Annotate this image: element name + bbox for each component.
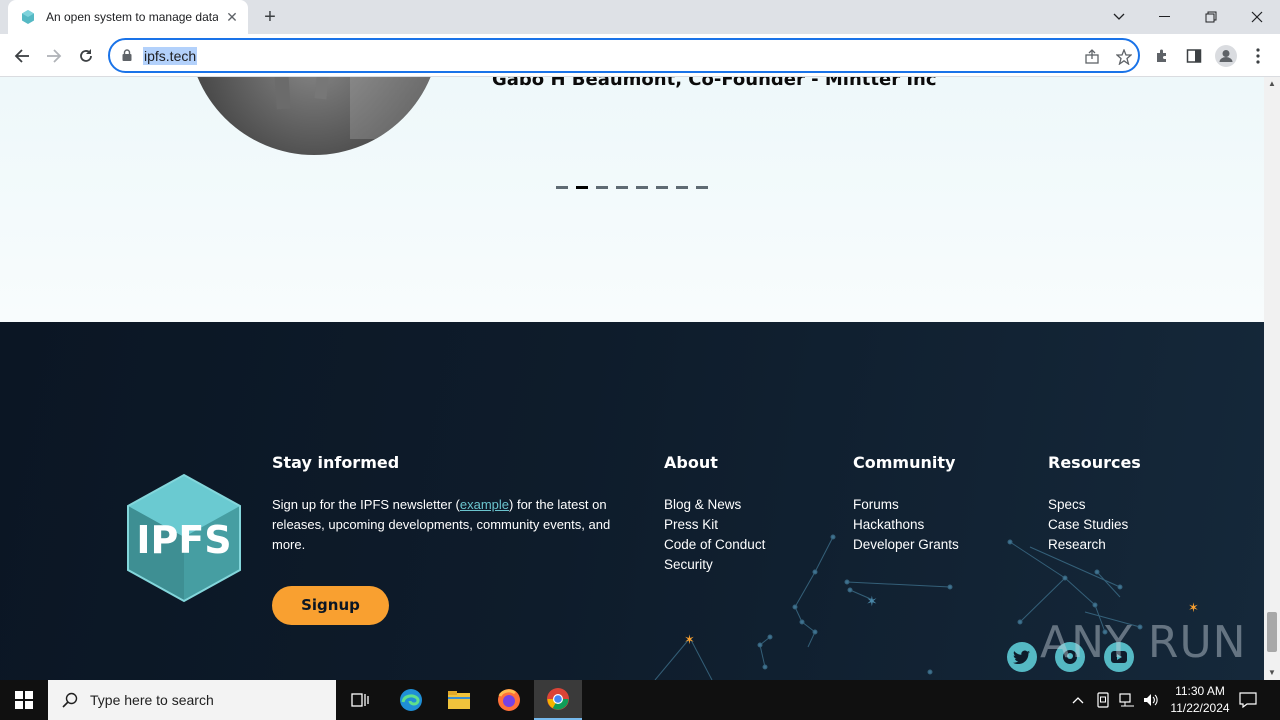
new-tab-button[interactable]: +	[258, 5, 282, 29]
twitter-icon[interactable]	[1007, 642, 1037, 672]
testimonial-author: Gabo H Beaumont, Co-Founder - Mintter In…	[492, 77, 937, 90]
chrome-icon[interactable]	[534, 680, 582, 720]
about-links: Blog & News Press Kit Code of Conduct Se…	[664, 495, 765, 575]
footer-link-security[interactable]: Security	[664, 555, 765, 575]
scroll-down-arrow-icon[interactable]: ▼	[1264, 666, 1280, 680]
footer-link-research[interactable]: Research	[1048, 535, 1128, 555]
tray-chevron-up-icon[interactable]	[1068, 680, 1088, 720]
network-icon[interactable]	[1116, 680, 1138, 720]
logo-text: IPFS	[136, 518, 231, 562]
firefox-icon[interactable]	[486, 680, 532, 720]
lock-icon[interactable]	[122, 49, 132, 61]
clock-time: 11:30 AM	[1175, 684, 1225, 698]
footer-link-blog[interactable]: Blog & News	[664, 495, 765, 515]
web-page: Gabo H Beaumont, Co-Founder - Mintter In…	[0, 77, 1264, 680]
footer-link-press-kit[interactable]: Press Kit	[664, 515, 765, 535]
carousel-dot[interactable]	[556, 186, 568, 189]
clock-date: 11/22/2024	[1170, 701, 1230, 715]
carousel-dot[interactable]	[636, 186, 648, 189]
windows-start-icon[interactable]	[0, 680, 48, 720]
menu-kebab-icon[interactable]	[1244, 42, 1272, 70]
browser-toolbar: ipfs.tech	[0, 34, 1280, 77]
footer-link-case-studies[interactable]: Case Studies	[1048, 515, 1128, 535]
footer-link-code-of-conduct[interactable]: Code of Conduct	[664, 535, 765, 555]
edge-browser-icon[interactable]	[388, 680, 434, 720]
carousel-dot[interactable]	[576, 186, 588, 189]
svg-text:✶: ✶	[866, 593, 878, 609]
footer-link-developer-grants[interactable]: Developer Grants	[853, 535, 959, 555]
stay-informed-heading: Stay informed	[272, 453, 400, 472]
forward-button[interactable]	[40, 42, 68, 70]
signup-button[interactable]: Signup	[272, 586, 389, 625]
bookmark-star-icon[interactable]	[1114, 47, 1134, 67]
back-button[interactable]	[8, 42, 36, 70]
volume-icon[interactable]	[1140, 680, 1162, 720]
testimonial-section: Gabo H Beaumont, Co-Founder - Mintter In…	[0, 77, 1264, 322]
search-placeholder: Type here to search	[90, 692, 214, 708]
windows-taskbar: Type here to search 11:30 AM 11/22/2024	[0, 680, 1280, 720]
about-heading: About	[664, 453, 718, 472]
carousel-dot[interactable]	[676, 186, 688, 189]
close-tab-icon[interactable]: ✕	[224, 9, 240, 25]
anyrun-watermark: ANY RUN	[1040, 617, 1247, 668]
search-icon	[62, 692, 78, 708]
footer-link-forums[interactable]: Forums	[853, 495, 959, 515]
device-icon[interactable]	[1092, 680, 1114, 720]
community-heading: Community	[853, 453, 956, 472]
browser-tab[interactable]: An open system to manage data ✕	[8, 0, 248, 34]
taskbar-search-box[interactable]: Type here to search	[48, 680, 336, 720]
carousel-dot[interactable]	[616, 186, 628, 189]
scrollbar-thumb[interactable]	[1267, 612, 1277, 652]
side-panel-icon[interactable]	[1180, 42, 1208, 70]
extensions-icon[interactable]	[1148, 42, 1176, 70]
svg-text:✶: ✶	[1188, 600, 1199, 615]
scroll-up-arrow-icon[interactable]: ▲	[1264, 77, 1280, 91]
address-bar[interactable]: ipfs.tech	[108, 38, 1140, 73]
carousel-dots	[556, 186, 708, 189]
page-scrollbar[interactable]: ▲ ▼	[1264, 77, 1280, 680]
ipfs-favicon-icon	[22, 10, 34, 24]
reload-button[interactable]	[72, 42, 100, 70]
minimize-button[interactable]	[1142, 0, 1188, 34]
testimonial-photo	[188, 77, 440, 155]
task-view-icon[interactable]	[338, 680, 382, 720]
ipfs-logo: IPFS	[127, 473, 241, 603]
footer-link-specs[interactable]: Specs	[1048, 495, 1128, 515]
site-footer: ✶ ✶ ✶ IPFS Stay informed Sign up for the…	[0, 322, 1264, 680]
restore-button[interactable]	[1188, 0, 1234, 34]
carousel-dot[interactable]	[656, 186, 668, 189]
svg-text:✶: ✶	[684, 632, 695, 647]
tab-search-icon[interactable]	[1096, 0, 1142, 34]
carousel-dot[interactable]	[596, 186, 608, 189]
newsletter-text: Sign up for the IPFS newsletter (example…	[272, 495, 632, 555]
url-text[interactable]: ipfs.tech	[143, 47, 198, 65]
newsletter-text-before: Sign up for the IPFS newsletter (	[272, 497, 460, 512]
footer-link-hackathons[interactable]: Hackathons	[853, 515, 959, 535]
resources-heading: Resources	[1048, 453, 1141, 472]
community-links: Forums Hackathons Developer Grants	[853, 495, 959, 555]
file-explorer-icon[interactable]	[436, 680, 482, 720]
taskbar-clock[interactable]: 11:30 AM 11/22/2024	[1160, 683, 1240, 717]
tab-title: An open system to manage data	[46, 10, 218, 24]
resources-links: Specs Case Studies Research	[1048, 495, 1128, 555]
close-window-button[interactable]	[1234, 0, 1280, 34]
newsletter-example-link[interactable]: example	[460, 497, 509, 512]
profile-avatar-icon[interactable]	[1212, 42, 1240, 70]
notifications-icon[interactable]	[1234, 680, 1262, 720]
share-icon[interactable]	[1082, 47, 1102, 67]
tab-strip: An open system to manage data ✕ +	[0, 0, 1280, 34]
carousel-dot[interactable]	[696, 186, 708, 189]
